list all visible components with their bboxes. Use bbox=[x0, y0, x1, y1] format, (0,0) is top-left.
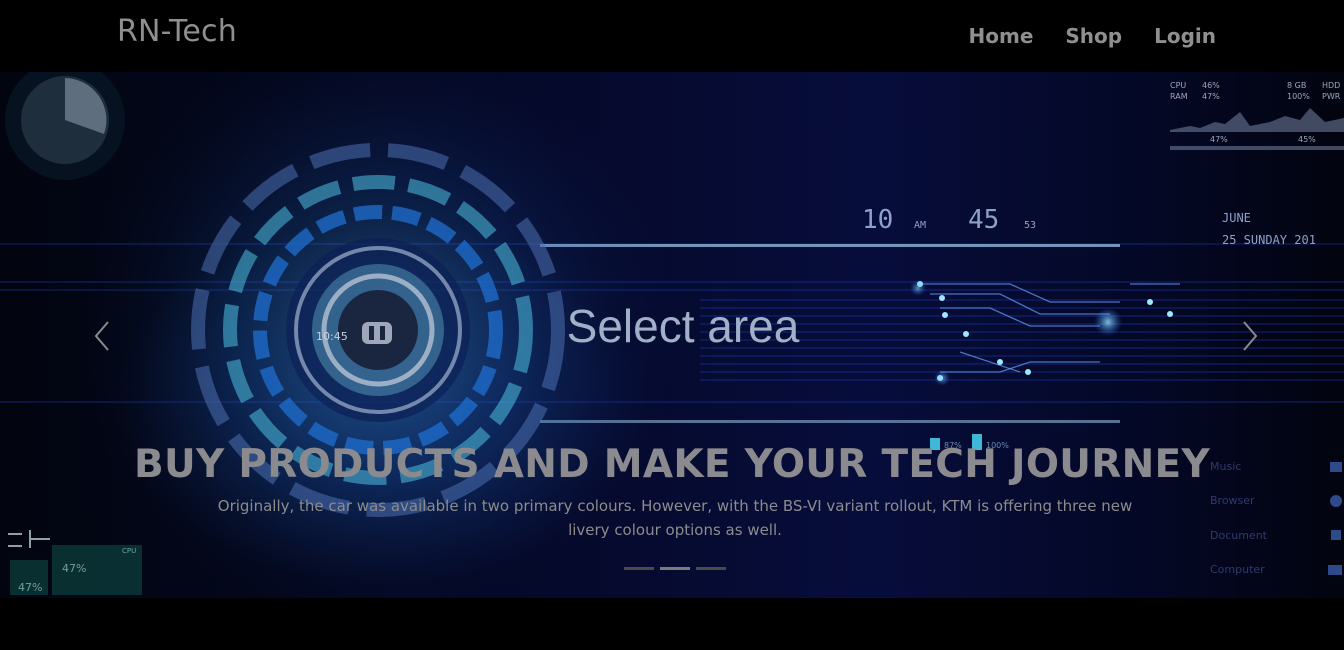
stats-gb: 8 GB bbox=[1287, 81, 1306, 90]
side-menu-browser: Browser bbox=[1210, 494, 1255, 507]
stats-cpu-value: 46% bbox=[1202, 81, 1220, 90]
nav-link-home[interactable]: Home bbox=[969, 24, 1034, 48]
carousel-caption-text: Originally, the car was available in two… bbox=[217, 497, 1133, 539]
clock-am: AM bbox=[914, 220, 926, 231]
nav-links: Home Shop Login bbox=[969, 24, 1217, 48]
circuit-nodes bbox=[917, 281, 1173, 381]
carousel-indicator-2[interactable] bbox=[660, 567, 690, 570]
nav-link-login[interactable]: Login bbox=[1154, 24, 1216, 48]
select-area-overlay: Select area bbox=[567, 300, 800, 352]
widget-pct-bottom: 47% bbox=[18, 581, 42, 594]
navbar: RN-Tech Home Shop Login bbox=[0, 0, 1344, 72]
page-footer-area bbox=[0, 598, 1344, 650]
chevron-left-icon bbox=[94, 321, 109, 351]
clock-minute: 45 bbox=[968, 205, 999, 235]
stats-ram-value: 47% bbox=[1202, 92, 1220, 101]
stats-ram-label: RAM bbox=[1170, 92, 1188, 101]
stats-pwr: PWR bbox=[1322, 92, 1341, 101]
clock-hour: 10 bbox=[862, 205, 893, 235]
carousel-prev-button[interactable] bbox=[88, 318, 118, 354]
brand-logo[interactable]: RN-Tech bbox=[117, 14, 237, 49]
graph-right-value: 45% bbox=[1298, 135, 1316, 144]
widget-cpu-label: CPU bbox=[122, 547, 136, 555]
circuit-traces bbox=[920, 283, 1180, 373]
graph-left-value: 47% bbox=[1210, 135, 1228, 144]
carousel-next-button[interactable] bbox=[1234, 318, 1264, 354]
dial-time-label: 10:45 bbox=[316, 330, 348, 343]
stats-pct: 100% bbox=[1287, 92, 1310, 101]
stats-cpu-label: CPU bbox=[1170, 81, 1186, 90]
carousel-indicators bbox=[624, 567, 726, 570]
chevron-right-icon bbox=[1243, 321, 1258, 351]
widget-pct-top: 47% bbox=[62, 562, 86, 575]
carousel-indicator-1[interactable] bbox=[624, 567, 654, 570]
side-menu-document: Document bbox=[1210, 529, 1268, 542]
bottom-left-widget: 47% 47% CPU bbox=[8, 530, 142, 595]
side-menu-computer: Computer bbox=[1210, 563, 1265, 576]
stats-hdd: HDD bbox=[1322, 81, 1340, 90]
date-month: JUNE bbox=[1222, 211, 1251, 225]
carousel-indicator-3[interactable] bbox=[696, 567, 726, 570]
nav-link-shop[interactable]: Shop bbox=[1065, 24, 1122, 48]
carousel-caption-title: BUY PRODUCTS AND MAKE YOUR TECH JOURNEY bbox=[133, 442, 1211, 487]
clock-second: 53 bbox=[1024, 220, 1036, 231]
hero-carousel: 10:45 Select area 10 AM 45 53 JUNE 25 SU… bbox=[0, 72, 1344, 598]
date-day: 25 SUNDAY 201 bbox=[1222, 233, 1316, 247]
